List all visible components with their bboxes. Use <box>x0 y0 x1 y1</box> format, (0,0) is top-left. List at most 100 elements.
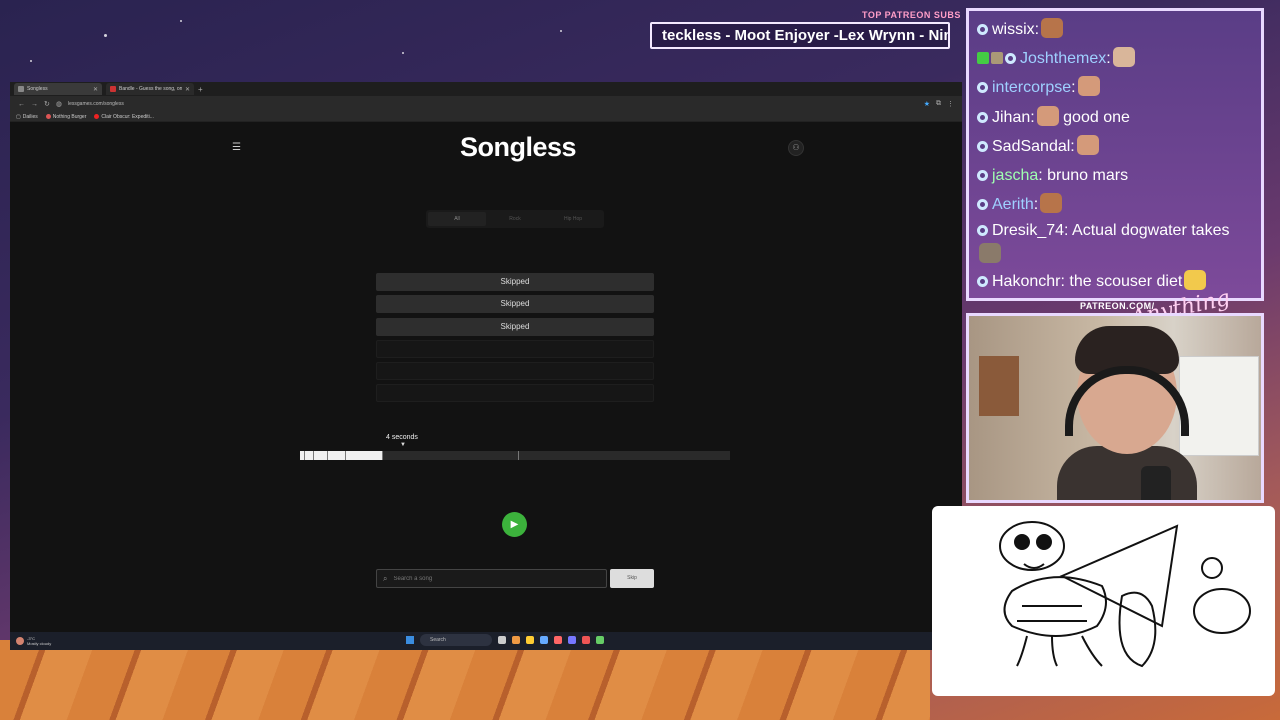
browser-window: Songless ✕ Bandle - Guess the song, one … <box>10 82 962 650</box>
app-icon[interactable] <box>596 636 604 644</box>
bookmark-star-icon[interactable]: ★ <box>924 100 930 108</box>
guess-slot-3: Skipped <box>376 317 654 336</box>
progress-segment <box>304 451 305 460</box>
close-tab-icon[interactable]: ✕ <box>93 86 98 93</box>
song-search-box: ⌕ <box>376 569 607 588</box>
chat-platform-icon <box>977 140 988 152</box>
guess-list: Skipped Skipped Skipped <box>376 273 654 407</box>
guess-slot-6 <box>376 384 654 403</box>
skip-button[interactable]: Skip <box>610 569 654 588</box>
chat-platform-icon <box>977 199 988 211</box>
tab-hip-hop[interactable]: Hip Hop <box>544 212 602 226</box>
chat-platform-icon <box>977 24 988 35</box>
youtube-favicon-icon <box>94 114 100 119</box>
app-icon[interactable] <box>554 636 562 644</box>
audio-progress-bar[interactable] <box>300 451 730 460</box>
chat-message: SadSandal: <box>977 132 1253 161</box>
page-logo: Songless <box>459 132 577 162</box>
songless-page: ☰ Songless ⚇ All Rock Hip Hop Skipped Sk… <box>10 122 962 632</box>
progress-segment <box>345 451 346 460</box>
emote-icon <box>979 243 1001 264</box>
webcam-dresser <box>1179 356 1259 456</box>
profile-icon[interactable]: ⚇ <box>788 140 804 156</box>
chat-username: jascha <box>992 167 1039 185</box>
extensions-icon[interactable]: ⧉ <box>936 100 941 108</box>
chat-username: Joshthemex <box>1020 50 1107 68</box>
chat-platform-icon <box>977 82 988 94</box>
emote-icon <box>1036 105 1059 126</box>
bookmark-nothing-burger[interactable]: Nothing Burger <box>45 114 86 120</box>
chat-username: intercorpse <box>992 79 1072 97</box>
emote-icon <box>1112 47 1135 68</box>
bandle-favicon-icon <box>110 86 116 92</box>
bookmark-clair-obscur[interactable]: Clair Obscur: Expediti... <box>94 114 154 120</box>
play-button[interactable]: ▶ <box>502 512 527 537</box>
search-icon: ⌕ <box>383 573 388 583</box>
weather-widget[interactable]: -3°C Mostly cloudy <box>10 636 51 646</box>
taskbar-apps: Search <box>406 634 604 646</box>
background-ground <box>0 640 930 720</box>
weather-icon <box>16 637 24 645</box>
reload-icon[interactable]: ↻ <box>44 100 50 108</box>
emote-icon <box>1041 18 1064 38</box>
app-icon[interactable] <box>582 636 590 644</box>
taskbar-search[interactable]: Search <box>420 634 492 646</box>
chat-username: Hakonchr <box>992 273 1061 291</box>
chat-text: good one <box>1063 108 1130 126</box>
chat-username: wissix <box>992 21 1035 38</box>
close-tab-icon[interactable]: ✕ <box>185 86 190 93</box>
address-bar: ← → ↻ ◍ lessgames.com/songless ★ ⧉ ⋮ <box>10 96 962 112</box>
emote-icon <box>1184 270 1207 291</box>
chat-platform-icon <box>1005 53 1016 65</box>
photos-icon[interactable] <box>540 636 548 644</box>
doodle-panel <box>932 506 1275 696</box>
url-field[interactable]: lessgames.com/songless <box>68 101 918 107</box>
webcam-shelf <box>979 356 1019 416</box>
song-search-input[interactable] <box>393 575 584 582</box>
tab-label: Songless <box>27 86 48 92</box>
guess-slot-4 <box>376 339 654 358</box>
windows-taskbar: -3°C Mostly cloudy Search <box>10 632 962 650</box>
windows-start-icon[interactable] <box>406 636 414 644</box>
duration-label: 4 seconds <box>386 434 418 441</box>
tab-bar: Songless ✕ Bandle - Guess the song, one … <box>10 82 962 96</box>
back-icon[interactable]: ← <box>18 101 25 108</box>
chat-message: jascha: bruno mars <box>977 161 1253 190</box>
patreon-subs-label: TOP PATREON SUBS <box>862 10 961 20</box>
task-view-icon[interactable] <box>498 636 506 644</box>
patreon-ticker: teckless - Moot Enjoyer -Lex Wrynn - Nim <box>650 22 950 49</box>
chrome-icon[interactable] <box>512 636 520 644</box>
forward-icon[interactable]: → <box>31 101 38 108</box>
shield-icon[interactable]: ◍ <box>56 100 62 108</box>
weather-desc: Mostly cloudy <box>27 641 52 646</box>
chat-platform-icon <box>977 111 988 123</box>
file-explorer-icon[interactable] <box>526 636 534 644</box>
chat-platform-icon <box>977 170 988 182</box>
songless-favicon-icon <box>18 86 24 92</box>
tab-songless[interactable]: Songless ✕ <box>14 83 102 95</box>
chat-message: Joshthemex: <box>977 44 1253 73</box>
browser-menu-icon[interactable]: ⋮ <box>947 100 954 108</box>
progress-segment <box>313 451 314 460</box>
tab-rock[interactable]: Rock <box>486 212 544 226</box>
new-tab-icon[interactable]: + <box>198 85 203 94</box>
chat-username: Dresik_74 <box>992 222 1065 240</box>
chat-platform-icon <box>977 225 988 237</box>
chat-username: SadSandal <box>992 137 1071 155</box>
chat-message: Dresik_74: Actual dogwater takes <box>977 219 1253 267</box>
duration-marker-icon: ▼ <box>400 442 406 448</box>
chat-username: Jihan <box>992 108 1031 126</box>
webcam-person-body <box>1057 446 1197 500</box>
chat-message: intercorpse: <box>977 73 1253 102</box>
chat-message: Aerith: <box>977 190 1253 219</box>
doodle-drawing <box>999 521 1251 668</box>
progress-segment <box>382 451 383 460</box>
chat-text: the scouser diet <box>1069 273 1183 291</box>
chat-message: Jihan: good one <box>977 103 1253 132</box>
bookmark-dailies[interactable]: ▢ Dailies <box>16 114 38 120</box>
tab-bandle[interactable]: Bandle - Guess the song, one in ✕ <box>106 83 194 95</box>
chat-message: wissix: <box>977 15 1253 44</box>
tab-all[interactable]: All <box>428 212 486 226</box>
burger-favicon-icon <box>45 114 51 119</box>
discord-icon[interactable] <box>568 636 576 644</box>
